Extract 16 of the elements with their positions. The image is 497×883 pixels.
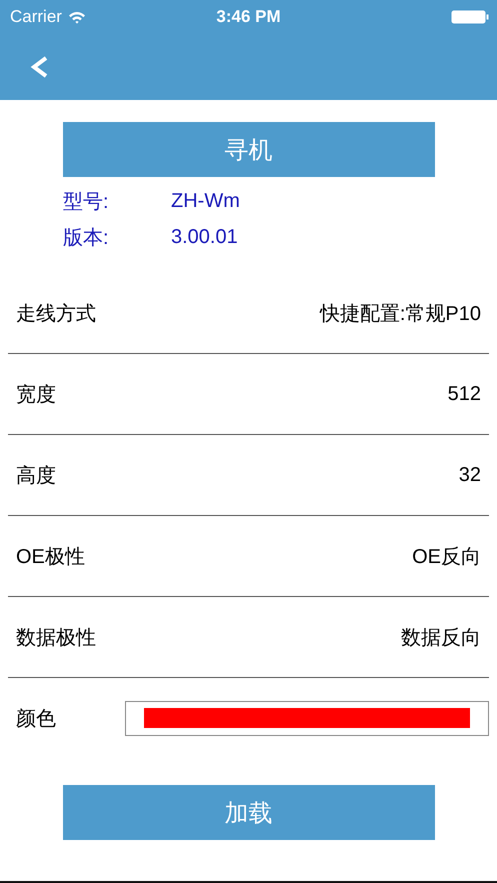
settings-row[interactable]: 高度 32 (8, 435, 489, 516)
info-label: 型号: (63, 190, 110, 214)
info-label: 版本: (63, 226, 110, 250)
battery-icon (451, 10, 489, 24)
status-time: 3:46 PM (216, 7, 281, 27)
settings-row[interactable]: 走线方式 快捷配置:常规P10 (8, 273, 489, 354)
info-value: ZH-Wm (171, 190, 240, 212)
setting-label: 颜色 (16, 706, 56, 732)
carrier-label: Carrier (10, 7, 62, 27)
back-button[interactable] (30, 56, 50, 78)
wifi-icon (68, 10, 86, 24)
settings-row[interactable]: 宽度 512 (8, 354, 489, 435)
settings-row[interactable]: OE极性 OE反向 (8, 516, 489, 597)
settings-row[interactable]: 数据极性 数据反向 (8, 597, 489, 678)
color-field[interactable] (125, 700, 489, 736)
info-value: 3.00.01 (171, 226, 238, 248)
